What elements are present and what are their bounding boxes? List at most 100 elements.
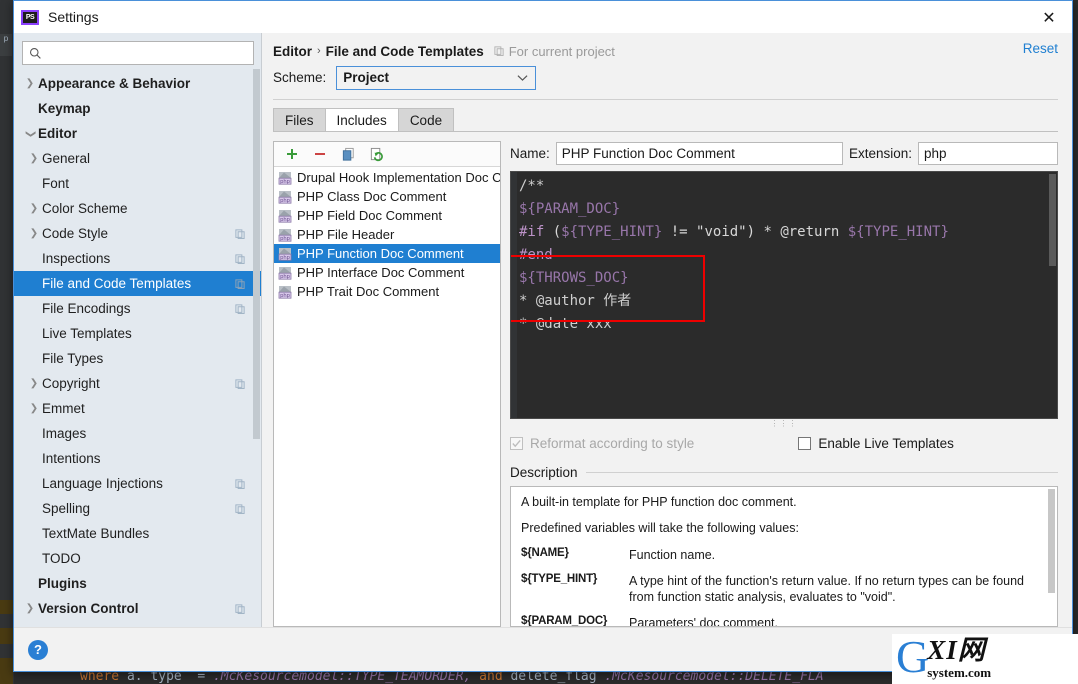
code-scrollbar[interactable] [1048,172,1057,418]
sidebar-item-label: Plugins [38,576,87,591]
tab-includes[interactable]: Includes [324,108,399,132]
sidebar-item-label: Code Style [42,226,109,241]
tab-code[interactable]: Code [397,108,455,132]
search-box[interactable] [22,41,254,65]
code-scrollbar-thumb[interactable] [1049,174,1056,266]
watermark-letter: G [896,634,930,682]
reset-link[interactable]: Reset [1023,41,1058,56]
scheme-select[interactable]: Project [336,65,537,90]
settings-dialog: PS Settings ✕ ❯ Appearance & Behavior Keym… [13,0,1073,672]
sidebar-item-file-and-code-templates[interactable]: File and Code Templates [14,271,262,296]
description-variable-row: ${TYPE_HINT} A type hint of the function'… [521,573,1047,605]
sidebar-item-intentions[interactable]: Intentions [14,446,262,471]
sidebar-scrollbar-thumb[interactable] [253,69,260,439]
description-header: Description [510,464,1058,480]
template-list-item[interactable]: php PHP Function Doc Comment [274,244,500,263]
sidebar-item-copyright[interactable]: ❯ Copyright [14,371,262,396]
chevron-right-icon[interactable]: ❯ [26,203,42,214]
reset-template-button[interactable] [364,144,388,165]
sidebar-item-file-encodings[interactable]: File Encodings [14,296,262,321]
tab-content: php Drupal Hook Implementation Doc C php PH… [262,132,1072,627]
add-template-button[interactable] [280,144,304,165]
sidebar-item-label: Emmet [42,401,85,416]
template-list-item[interactable]: php PHP Trait Doc Comment [274,282,500,301]
live-templates-checkbox[interactable] [798,436,812,450]
watermark-top: XI网 [927,635,986,666]
template-list-item[interactable]: php PHP Class Doc Comment [274,187,500,206]
description-title: Description [510,464,578,480]
sidebar-item-file-types[interactable]: File Types [14,346,262,371]
description-variables: ${NAME} Function name. ${TYPE_HINT} A type … [521,547,1047,626]
sidebar-item-version-control[interactable]: ❯ Version Control [14,596,262,621]
sidebar-item-plugins[interactable]: Plugins [14,571,262,596]
sidebar-item-editor[interactable]: ❯ Editor [14,121,262,146]
breadcrumb-current: File and Code Templates [325,43,484,59]
template-list-item-label: PHP Interface Doc Comment [297,265,465,280]
sidebar-item-general[interactable]: ❯ General [14,146,262,171]
sidebar-scrollbar[interactable] [252,69,261,647]
scheme-divider [273,99,1058,101]
search-input[interactable] [46,44,247,62]
sidebar-item-label: Copyright [42,376,100,391]
chevron-right-icon[interactable]: ❯ [22,603,38,614]
breadcrumb-parent[interactable]: Editor [273,44,312,59]
sidebar-item-label: Inspections [42,251,111,266]
editor-resize-grip[interactable]: ⋮⋮⋮ [510,419,1058,428]
svg-text:php: php [280,198,291,204]
chevron-down-icon[interactable]: ❯ [25,126,36,142]
template-tabs: Files Includes Code [273,108,1072,132]
sidebar-item-todo[interactable]: TODO [14,546,262,571]
sidebar-item-images[interactable]: Images [14,421,262,446]
editor-options: Reformat according to style Enable Live … [510,432,1058,454]
template-list-item[interactable]: php PHP Interface Doc Comment [274,263,500,282]
help-button[interactable]: ? [28,639,48,660]
svg-text:php: php [280,274,291,280]
chevron-right-icon[interactable]: ❯ [26,153,42,164]
description-scrollbar-thumb[interactable] [1048,489,1055,593]
sidebar-item-appearance-behavior[interactable]: ❯ Appearance & Behavior [14,71,262,96]
phpstorm-icon: PS [21,9,39,25]
description-variable-name: ${TYPE_HINT} [521,573,598,585]
chevron-right-icon[interactable]: ❯ [26,378,42,389]
sidebar-item-font[interactable]: Font [14,171,262,196]
description-scrollbar[interactable] [1047,488,1056,625]
template-list-item-label: PHP Class Doc Comment [297,189,447,204]
description-variable-row: ${NAME} Function name. [521,547,1047,563]
sidebar-item-color-scheme[interactable]: ❯ Color Scheme [14,196,262,221]
reformat-label: Reformat according to style [530,435,695,451]
scope-copy-icon [235,303,245,314]
code-line: * @author 作者 [519,293,632,309]
template-list-item[interactable]: php PHP Field Doc Comment [274,206,500,225]
close-icon[interactable]: ✕ [1026,1,1072,33]
name-input[interactable]: PHP Function Doc Comment [555,141,843,165]
sidebar-item-live-templates[interactable]: Live Templates [14,321,262,346]
chevron-right-icon[interactable]: ❯ [22,78,38,89]
sidebar-item-inspections[interactable]: Inspections [14,246,262,271]
live-templates-checkbox-row[interactable]: Enable Live Templates [798,436,954,451]
chevron-right-icon[interactable]: ❯ [26,228,42,239]
template-list-item-label: PHP File Header [297,227,395,242]
chevron-right-icon[interactable]: ❯ [26,403,42,414]
remove-template-button[interactable] [308,144,332,165]
pane-divider[interactable] [261,33,262,627]
template-code-editor[interactable]: /** ${PARAM_DOC} #if (${TYPE_HINT} != "voi… [510,171,1058,419]
sidebar-item-label: TODO [42,551,81,566]
sidebar-item-language-injections[interactable]: Language Injections [14,471,262,496]
template-list-item[interactable]: php PHP File Header [274,225,500,244]
sidebar-item-code-style[interactable]: ❯ Code Style [14,221,262,246]
tab-files[interactable]: Files [273,108,326,132]
name-input-value: PHP Function Doc Comment [561,145,735,161]
sidebar-item-spelling[interactable]: Spelling [14,496,262,521]
copy-template-button[interactable] [336,144,360,165]
sidebar-item-emmet[interactable]: ❯ Emmet [14,396,262,421]
scope-note: For current project [493,44,615,59]
template-list-item[interactable]: php Drupal Hook Implementation Doc C [274,168,500,187]
scheme-label: Scheme: [273,70,327,86]
sidebar-item-textmate-bundles[interactable]: TextMate Bundles [14,521,262,546]
template-list-item-label: PHP Function Doc Comment [297,246,464,261]
code-text[interactable]: /** ${PARAM_DOC} #if (${TYPE_HINT} != "voi… [517,172,1057,418]
sidebar-item-keymap[interactable]: Keymap [14,96,262,121]
extension-input[interactable]: php [918,141,1058,165]
reformat-checkbox-row[interactable]: Reformat according to style [510,436,694,451]
svg-text:php: php [280,293,291,299]
